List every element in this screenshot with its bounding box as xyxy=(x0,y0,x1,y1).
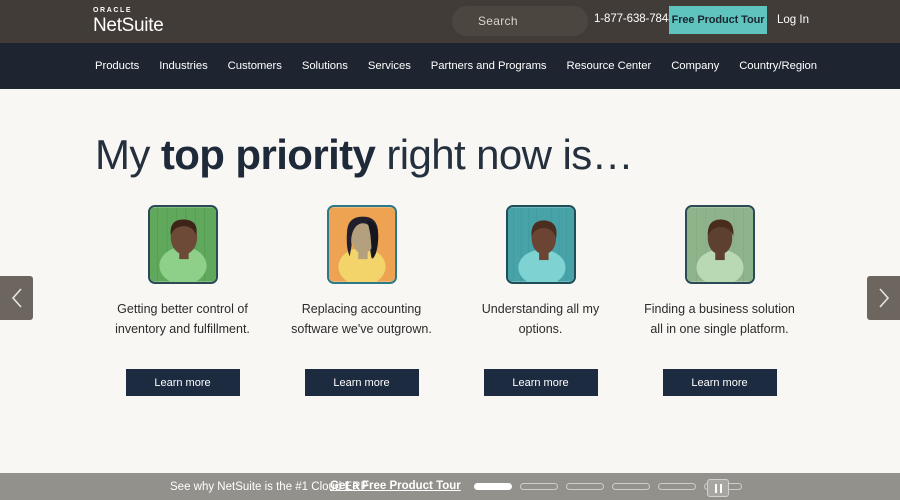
nav-item-resource-center[interactable]: Resource Center xyxy=(567,60,652,72)
card-caption: Replacing accounting software we've outg… xyxy=(291,302,432,336)
carousel-indicator-3[interactable] xyxy=(566,483,604,490)
netsuite-wordmark: NetSuite xyxy=(93,15,164,36)
card-portrait-illustration xyxy=(684,205,755,284)
card-item[interactable]: Replacing accounting software we've outg… xyxy=(272,205,451,339)
card-item[interactable]: Getting better control of inventory and … xyxy=(93,205,272,339)
person-portrait-icon xyxy=(328,207,395,282)
card-list: Getting better control of inventory and … xyxy=(93,205,809,339)
person-portrait-icon xyxy=(686,207,753,282)
learn-more-button[interactable]: Learn more xyxy=(125,369,240,396)
card-portrait-illustration xyxy=(326,205,397,284)
nav-item-customers[interactable]: Customers xyxy=(228,60,282,72)
nav-item-solutions[interactable]: Solutions xyxy=(302,60,348,72)
card-caption: Finding a business solution all in one s… xyxy=(644,302,795,336)
card-button-cell: Learn more xyxy=(630,352,809,396)
oracle-wordmark: ORACLE xyxy=(93,7,133,14)
card-item[interactable]: Finding a business solution all in one s… xyxy=(630,205,809,339)
top-utility-bar: ORACLE NetSuite Search 1-877-638-7848 Fr… xyxy=(0,0,900,43)
oracle-netsuite-logo[interactable]: ORACLE NetSuite xyxy=(93,7,164,36)
carousel-next-button[interactable] xyxy=(867,276,900,320)
hero-section: My top priority right now is… Getting be… xyxy=(0,89,900,473)
search-input[interactable]: Search xyxy=(452,6,588,36)
headline-prefix: My xyxy=(95,131,161,178)
card-caption: Getting better control of inventory and … xyxy=(115,302,250,336)
nav-item-list: Products Industries Customers Solutions … xyxy=(95,60,817,72)
carousel-indicator-5[interactable] xyxy=(658,483,696,490)
nav-item-country-region[interactable]: Country/Region xyxy=(739,60,817,72)
person-portrait-icon xyxy=(149,207,216,282)
chevron-right-icon xyxy=(878,288,889,308)
netsuite-homepage: ORACLE NetSuite Search 1-877-638-7848 Fr… xyxy=(0,0,900,500)
nav-item-products[interactable]: Products xyxy=(95,60,139,72)
headline-emphasis: top priority xyxy=(160,131,376,178)
bottom-promo-bar: See why NetSuite is the #1 Cloud ERP Get… xyxy=(0,473,900,500)
chevron-left-icon xyxy=(11,288,22,308)
carousel-prev-button[interactable] xyxy=(0,276,33,320)
nav-item-services[interactable]: Services xyxy=(368,60,411,72)
login-link[interactable]: Log In xyxy=(777,14,809,26)
search-placeholder-label: Search xyxy=(478,14,518,28)
card-button-cell: Learn more xyxy=(272,352,451,396)
card-button-cell: Learn more xyxy=(451,352,630,396)
headline-suffix: right now is… xyxy=(375,131,634,178)
card-portrait-illustration xyxy=(505,205,576,284)
card-portrait-illustration xyxy=(147,205,218,284)
card-item[interactable]: Understanding all my options. xyxy=(451,205,630,339)
promo-cta-link[interactable]: Get a Free Product Tour xyxy=(330,480,461,492)
pause-icon xyxy=(719,483,722,493)
card-caption: Understanding all my options. xyxy=(481,302,600,336)
free-product-tour-button[interactable]: Free Product Tour xyxy=(669,6,767,34)
person-portrait-icon xyxy=(507,207,574,282)
phone-number[interactable]: 1-877-638-7848 xyxy=(594,13,675,25)
card-button-cell: Learn more xyxy=(93,352,272,396)
learn-more-button[interactable]: Learn more xyxy=(662,369,777,396)
pause-icon xyxy=(714,483,717,493)
card-button-row: Learn more Learn more Learn more Learn m… xyxy=(93,352,809,396)
carousel-indicator-4[interactable] xyxy=(612,483,650,490)
page-title: My top priority right now is… xyxy=(95,131,634,179)
carousel-indicator-1[interactable] xyxy=(474,483,512,490)
carousel-indicators xyxy=(474,483,742,490)
nav-item-company[interactable]: Company xyxy=(671,60,719,72)
carousel-pause-button[interactable] xyxy=(707,479,729,497)
nav-item-partners-and-programs[interactable]: Partners and Programs xyxy=(431,60,547,72)
carousel-indicator-2[interactable] xyxy=(520,483,558,490)
nav-item-industries[interactable]: Industries xyxy=(159,60,208,72)
learn-more-button[interactable]: Learn more xyxy=(304,369,419,396)
learn-more-button[interactable]: Learn more xyxy=(483,369,598,396)
main-navigation: Products Industries Customers Solutions … xyxy=(0,43,900,89)
